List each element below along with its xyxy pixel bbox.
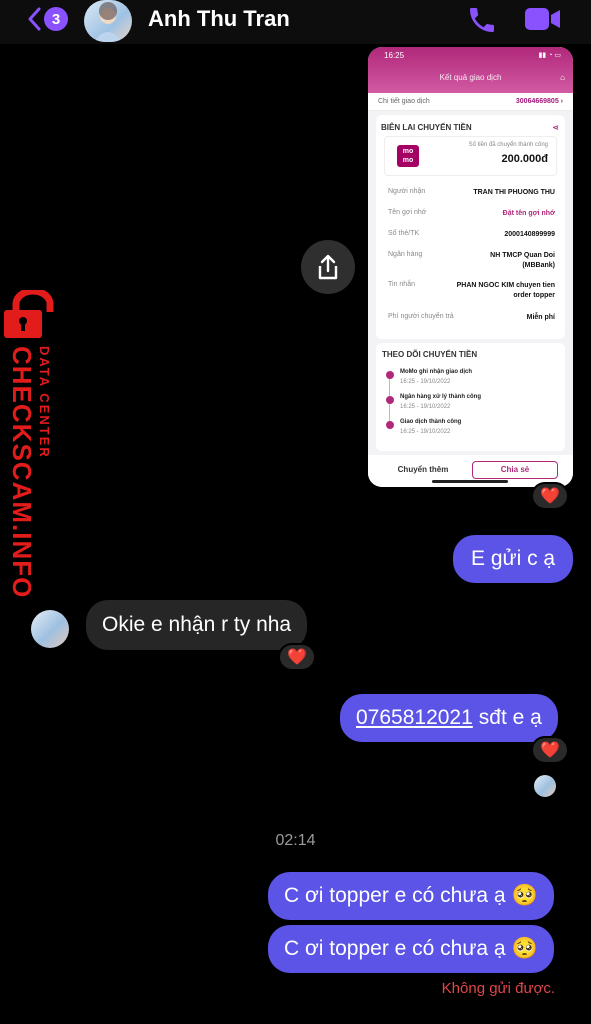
receipt-section-title: BIÊN LAI CHUYỂN TIỀN ⋖: [381, 123, 559, 132]
kv-row: Số thẻ/TK 2000140899999: [388, 230, 555, 238]
receipt-card: BIÊN LAI CHUYỂN TIỀN ⋖ mo mo Số tiền đã …: [376, 115, 565, 339]
kv-row: Phí người chuyển trả Miễn phí: [388, 313, 555, 321]
send-failed-label[interactable]: Không gửi được.: [442, 980, 555, 997]
watermark-lock-icon: [2, 287, 64, 345]
share-small-icon: ⋖: [552, 123, 559, 132]
kv-row: Người nhận TRAN THI PHUONG THU: [388, 188, 555, 196]
receipt-status-time: 16:25: [384, 51, 405, 60]
share-icon: [318, 254, 338, 280]
amount-value: 200.000đ: [501, 153, 548, 165]
heart-reaction[interactable]: ❤️: [278, 643, 316, 671]
back-button[interactable]: 3: [26, 6, 68, 32]
receipt-topbar: 16:25 ▮▮ ◔ ▭ Kết quả giao dịch ⌂: [368, 47, 573, 93]
momo-logo: mo mo: [397, 145, 419, 167]
phone-number-link[interactable]: 0765812021: [356, 706, 473, 730]
contact-avatar[interactable]: [84, 0, 132, 42]
receipt-title: Kết quả giao dịch: [439, 73, 502, 82]
heart-reaction[interactable]: ❤️: [531, 736, 569, 764]
message-outgoing-failed[interactable]: C ơi topper e có chưa ạ 🥺: [268, 925, 554, 973]
message-incoming[interactable]: Okie e nhận r ty nha: [86, 600, 308, 650]
amount-label: Số tiền đã chuyển thành công: [468, 142, 548, 148]
home-indicator: [432, 480, 508, 483]
message-outgoing[interactable]: E gửi c ạ: [453, 535, 574, 583]
chat-header: 3 Anh Thu Tran: [0, 0, 591, 44]
kv-row: Ngân hàng NH TMCP Quan Doi (MBBank): [388, 251, 555, 269]
contact-avatar-small[interactable]: [31, 610, 69, 648]
amount-box: mo mo Số tiền đã chuyển thành công 200.0…: [384, 136, 557, 176]
unread-badge: 3: [44, 7, 68, 31]
tracking-title: THEO DÕI CHUYỂN TIỀN: [382, 350, 478, 359]
kv-row: Tin nhắn PHAN NGOC KIM chuyen tien order …: [388, 281, 555, 299]
receipt-image[interactable]: 16:25 ▮▮ ◔ ▭ Kết quả giao dịch ⌂ Chi tiế…: [368, 47, 573, 487]
transfer-more-button[interactable]: Chuyển thêm: [380, 461, 466, 479]
home-icon: ⌂: [560, 73, 565, 82]
phone-call-icon[interactable]: [466, 4, 498, 41]
watermark-brand: CHECKSCAM.INFO: [7, 346, 37, 599]
detail-label: Chi tiết giao dịch: [378, 98, 430, 105]
watermark-sub: DATA CENTER: [37, 346, 52, 459]
contact-name[interactable]: Anh Thu Tran: [148, 6, 290, 32]
share-button[interactable]: [301, 240, 355, 294]
kv-row: Tên gợi nhớ Đặt tên gợi nhớ: [388, 209, 555, 217]
timestamp: 02:14: [275, 832, 316, 849]
tracking-card: THEO DÕI CHUYỂN TIỀN MoMo ghi nhận giao …: [376, 343, 565, 451]
seen-avatar: [534, 775, 556, 797]
message-text: sđt e ạ: [478, 706, 542, 729]
detail-row: Chi tiết giao dịch 30064669805 ›: [368, 93, 573, 111]
video-call-icon[interactable]: [524, 6, 562, 37]
heart-reaction[interactable]: ❤️: [531, 482, 569, 510]
detail-id: 30064669805: [515, 98, 559, 105]
status-icons: ▮▮ ◔ ▭: [538, 52, 561, 59]
share-receipt-button[interactable]: Chia sẻ: [472, 461, 558, 479]
chevron-left-icon: [28, 7, 41, 31]
message-outgoing[interactable]: 0765812021 sđt e ạ: [340, 694, 558, 742]
message-outgoing[interactable]: C ơi topper e có chưa ạ 🥺: [268, 872, 554, 920]
